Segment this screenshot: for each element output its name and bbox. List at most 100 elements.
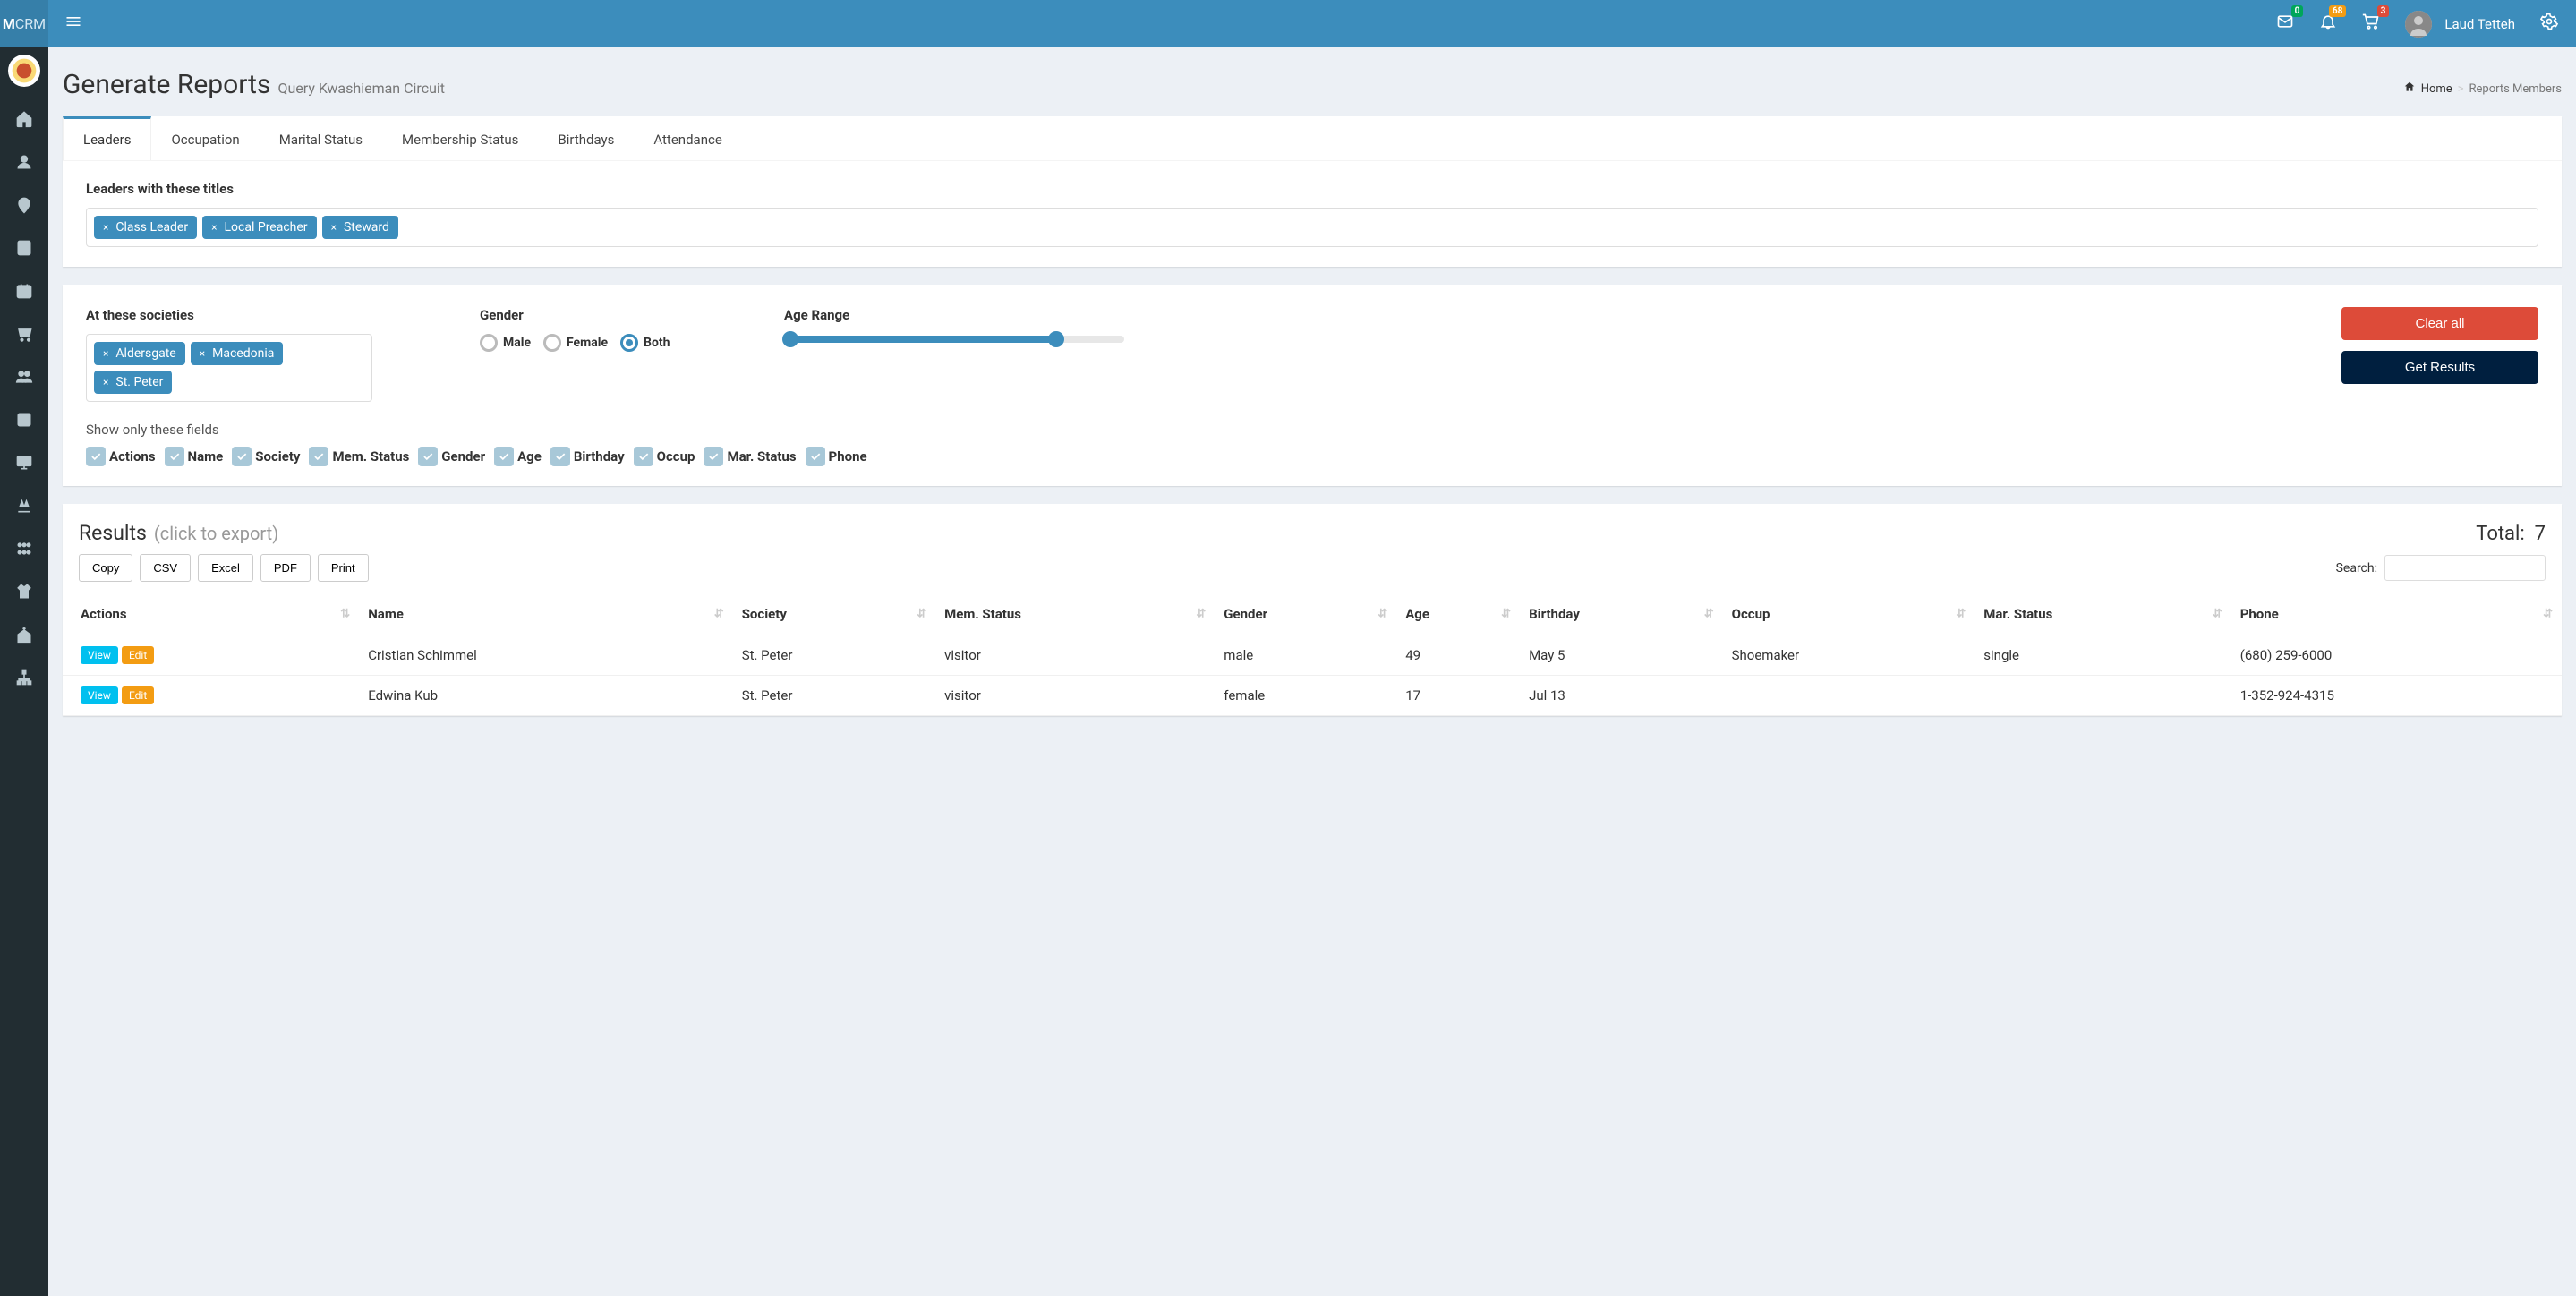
sort-icon: ⇵ [2213, 608, 2222, 621]
tag[interactable]: ×Steward [322, 216, 398, 239]
sidebar-item-cart[interactable] [0, 312, 48, 355]
cell-mar_status [1975, 676, 2231, 716]
societies-label: At these societies [86, 307, 444, 323]
content: Generate Reports Query Kwashieman Circui… [48, 47, 2576, 761]
radio-male[interactable]: Male [480, 334, 531, 352]
sidebar-item-group[interactable] [0, 355, 48, 398]
col-society[interactable]: Society⇵ [733, 593, 935, 635]
gear-icon[interactable] [2540, 13, 2558, 35]
search-input[interactable] [2384, 555, 2546, 581]
sidebar-item-hands[interactable] [0, 484, 48, 527]
tag[interactable]: ×Local Preacher [202, 216, 316, 239]
tab-birthdays[interactable]: Birthdays [538, 119, 634, 160]
sidebar-item-download[interactable] [0, 398, 48, 441]
export-copy-button[interactable]: Copy [79, 554, 132, 582]
col-actions[interactable]: Actions⇅ [63, 593, 359, 635]
mail-badge: 0 [2291, 5, 2304, 17]
col-birthday[interactable]: Birthday⇵ [1520, 593, 1723, 635]
filter-tabs-card: LeadersOccupationMarital StatusMembershi… [63, 116, 2562, 267]
col-mem-status[interactable]: Mem. Status⇵ [935, 593, 1215, 635]
sidebar-item-church[interactable] [0, 613, 48, 656]
tag-remove-icon[interactable]: × [103, 347, 108, 360]
tag-remove-icon[interactable]: × [331, 221, 337, 234]
tag[interactable]: ×Aldersgate [94, 342, 185, 365]
export-excel-button[interactable]: Excel [198, 554, 253, 582]
col-name[interactable]: Name⇵ [359, 593, 732, 635]
sidebar-item-home[interactable] [0, 98, 48, 141]
col-occup[interactable]: Occup⇵ [1723, 593, 1975, 635]
tag-remove-icon[interactable]: × [200, 347, 205, 360]
tab-marital-status[interactable]: Marital Status [260, 119, 382, 160]
societies-tag-input[interactable]: ×Aldersgate ×Macedonia ×St. Peter [86, 334, 372, 402]
hamburger-icon[interactable] [48, 13, 98, 35]
sidebar-item-sitemap[interactable] [0, 656, 48, 699]
tag[interactable]: ×St. Peter [94, 371, 172, 394]
report-tabs: LeadersOccupationMarital StatusMembershi… [63, 119, 2562, 161]
get-results-button[interactable]: Get Results [2341, 351, 2538, 384]
field-check-age[interactable]: Age [494, 447, 542, 466]
edit-button[interactable]: Edit [122, 646, 154, 664]
cell-mem_status: visitor [935, 676, 1215, 716]
edit-button[interactable]: Edit [122, 686, 154, 704]
export-csv-button[interactable]: CSV [140, 554, 191, 582]
logo[interactable]: MCRM [0, 0, 48, 47]
export-pdf-button[interactable]: PDF [260, 554, 311, 582]
sidebar-item-present[interactable] [0, 441, 48, 484]
tab-attendance[interactable]: Attendance [634, 119, 741, 160]
sidebar-item-rows[interactable] [0, 527, 48, 570]
tab-membership-status[interactable]: Membership Status [382, 119, 538, 160]
sidebar-item-user[interactable] [0, 141, 48, 183]
field-check-birthday[interactable]: Birthday [550, 447, 625, 466]
gender-radio-group: Male Female Both [480, 334, 748, 352]
slider-handle-min[interactable] [782, 331, 798, 347]
field-check-name[interactable]: Name [165, 447, 224, 466]
tag-remove-icon[interactable]: × [103, 221, 108, 234]
col-age[interactable]: Age⇵ [1396, 593, 1520, 635]
age-slider[interactable] [784, 334, 1124, 345]
sort-icon: ⇵ [917, 608, 926, 621]
sidebar-item-book[interactable] [0, 226, 48, 269]
tag[interactable]: ×Class Leader [94, 216, 197, 239]
leaders-tag-input[interactable]: ×Class Leader×Local Preacher ×Steward [86, 208, 2538, 247]
sidebar-item-location[interactable] [0, 183, 48, 226]
tag-remove-icon[interactable]: × [103, 376, 108, 388]
field-check-occup[interactable]: Occup [634, 447, 695, 466]
sort-icon: ⇵ [1956, 608, 1966, 621]
col-mar-status[interactable]: Mar. Status⇵ [1975, 593, 2231, 635]
cell-mem_status: visitor [935, 635, 1215, 676]
cart-icon[interactable]: 3 [2362, 13, 2380, 35]
field-check-society[interactable]: Society [232, 447, 300, 466]
sidebar-avatar[interactable] [8, 55, 40, 87]
view-button[interactable]: View [81, 686, 118, 704]
page-subtitle: Query Kwashieman Circuit [277, 80, 445, 97]
cell-age: 49 [1396, 635, 1520, 676]
logo-suffix: CRM [15, 15, 46, 32]
sidebar-item-calendar[interactable] [0, 269, 48, 312]
breadcrumb-home[interactable]: Home [2421, 82, 2452, 96]
slider-handle-max[interactable] [1048, 331, 1064, 347]
field-check-mar-status[interactable]: Mar. Status [704, 447, 796, 466]
col-gender[interactable]: Gender⇵ [1215, 593, 1396, 635]
tab-leaders[interactable]: Leaders [63, 116, 151, 160]
radio-both[interactable]: Both [620, 334, 670, 352]
breadcrumb: Home > Reports Members [2403, 81, 2562, 97]
sidebar-item-shirt[interactable] [0, 570, 48, 613]
cell-gender: female [1215, 676, 1396, 716]
tag[interactable]: ×Macedonia [191, 342, 284, 365]
bell-icon[interactable]: 68 [2319, 13, 2337, 35]
fields-label: Show only these fields [86, 422, 2538, 438]
view-button[interactable]: View [81, 646, 118, 664]
tag-remove-icon[interactable]: × [211, 221, 217, 234]
field-check-phone[interactable]: Phone [806, 447, 867, 466]
clear-all-button[interactable]: Clear all [2341, 307, 2538, 340]
col-phone[interactable]: Phone⇵ [2231, 593, 2562, 635]
mail-icon[interactable]: 0 [2276, 13, 2294, 35]
field-check-actions[interactable]: Actions [86, 447, 156, 466]
field-check-gender[interactable]: Gender [418, 447, 485, 466]
tab-occupation[interactable]: Occupation [151, 119, 259, 160]
export-print-button[interactable]: Print [318, 554, 369, 582]
sort-icon: ⇵ [1196, 608, 1206, 621]
user-menu[interactable]: Laud Tetteh [2405, 11, 2515, 38]
radio-female[interactable]: Female [543, 334, 608, 352]
field-check-mem-status[interactable]: Mem. Status [309, 447, 409, 466]
